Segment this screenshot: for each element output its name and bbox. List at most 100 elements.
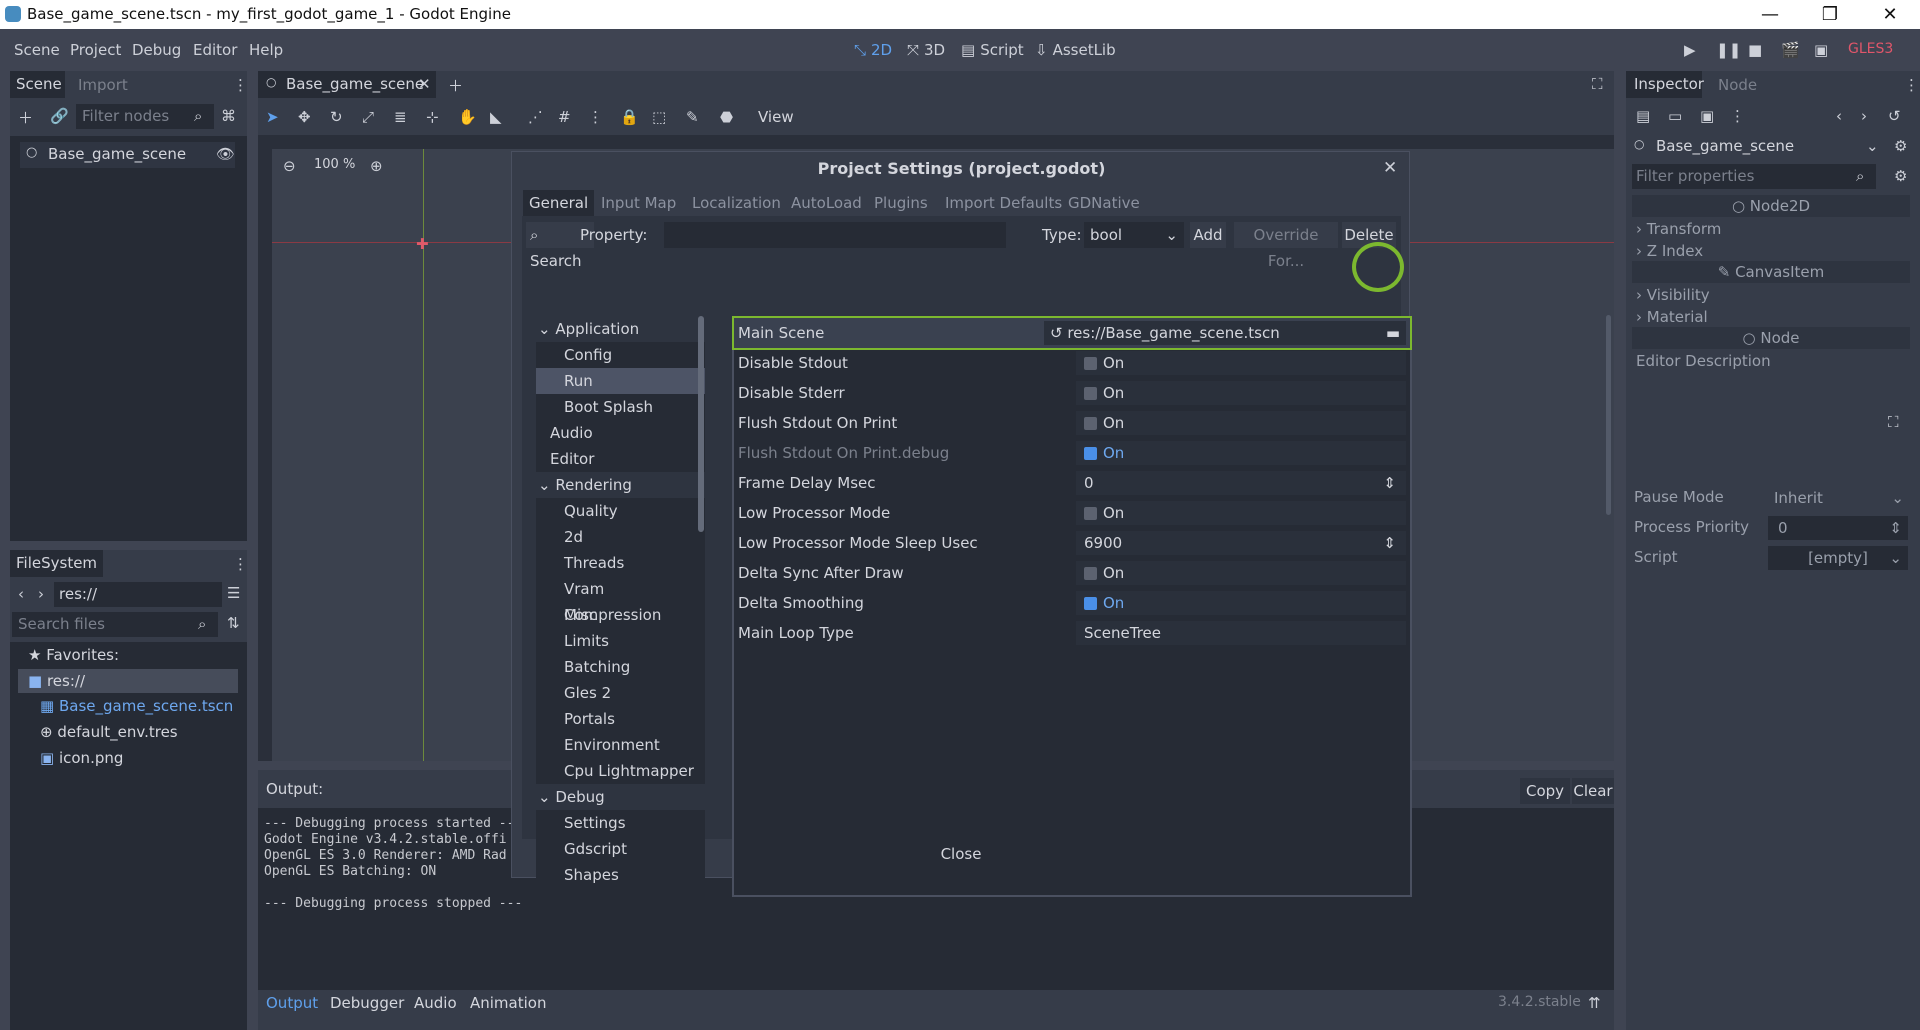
copy-button[interactable]: Copy (1520, 778, 1570, 804)
inspector-settings-icon[interactable]: ⚙ (1894, 167, 1907, 185)
history-back-icon[interactable]: ‹ (1836, 107, 1842, 125)
new-tab-icon[interactable]: ＋ (448, 75, 463, 96)
property-row[interactable]: Main Scene ↺ res://Base_game_scene.tscn ▬ (732, 316, 1412, 350)
save-resource-icon[interactable]: ▣ (1700, 107, 1714, 125)
property-value-editor[interactable]: On (1076, 561, 1406, 585)
checkbox-icon[interactable] (1084, 567, 1097, 580)
ruler-tool-icon[interactable]: ◣ (490, 108, 502, 126)
close-window-button[interactable]: ✕ (1860, 0, 1920, 29)
spin-arrows-icon[interactable]: ⇕ (1383, 531, 1396, 555)
dialog-close-icon[interactable]: ✕ (1383, 158, 1397, 178)
favorites-item[interactable]: ★ Favorites: (28, 646, 119, 664)
lock-icon[interactable]: 🔒 (620, 108, 639, 126)
play-scene-icon[interactable]: 🎬 (1781, 41, 1800, 59)
search-files-input[interactable]: Search files ⌕ (12, 612, 218, 637)
play-custom-scene-icon[interactable]: ▣ (1814, 41, 1828, 59)
more-icon[interactable]: ⋮ (588, 108, 603, 126)
workspace-2d-button[interactable]: ⤡ 2D (854, 41, 892, 59)
category-item[interactable]: Boot Splash (536, 394, 705, 420)
history-icon[interactable]: ↺ (1888, 107, 1901, 125)
scale-tool-icon[interactable]: ⤢ (362, 108, 374, 126)
menu-help[interactable]: Help (249, 41, 283, 59)
override-for-button[interactable]: Override For... (1234, 222, 1338, 270)
res-root-item[interactable]: ■ res:// (18, 669, 238, 693)
category-item[interactable]: 2d (536, 524, 705, 550)
more-icon[interactable]: ⋮ (1904, 76, 1919, 94)
folder-browse-icon[interactable]: ▬ (1386, 321, 1400, 345)
filter-nodes-input[interactable]: Filter nodes ⌕ (76, 104, 214, 129)
close-button[interactable]: Close (918, 840, 1004, 868)
property-input[interactable] (664, 222, 1006, 248)
property-row[interactable]: Low Processor Mode On (734, 498, 1410, 528)
play-icon[interactable]: ▶ (1684, 41, 1696, 59)
category-item[interactable]: Vram Compression (536, 576, 705, 624)
move-tool-icon[interactable]: ✥ (298, 108, 311, 126)
renderer-selector[interactable]: GLES3 (1848, 41, 1893, 57)
category-item[interactable]: Settings (536, 810, 705, 836)
tab-general[interactable]: General (523, 190, 595, 216)
category-item[interactable]: Shapes (536, 862, 705, 888)
group-icon[interactable]: ⬚ (652, 108, 666, 126)
workspace-script-button[interactable]: ▤ Script (961, 41, 1024, 59)
category-item[interactable]: Environment (536, 732, 705, 758)
property-value-editor[interactable]: 0 ⇕ (1076, 471, 1406, 495)
revert-icon[interactable]: ↺ (1050, 324, 1067, 342)
view-menu[interactable]: View (758, 108, 794, 126)
tab-gdnative[interactable]: GDNative (1062, 190, 1146, 216)
tab-import-defaults[interactable]: Import Defaults (939, 190, 1068, 216)
property-row[interactable]: Delta Sync After Draw On (734, 558, 1410, 588)
tab-localization[interactable]: Localization (686, 190, 787, 216)
editor-description-field[interactable]: ⛶ (1632, 373, 1910, 473)
property-row[interactable]: Main Loop Type SceneTree (734, 618, 1410, 648)
history-forward-icon[interactable]: › (1861, 107, 1867, 125)
property-value-editor[interactable]: On (1076, 411, 1406, 435)
more-icon[interactable]: ⋮ (1730, 107, 1745, 125)
workspace-3d-button[interactable]: ⤧ 3D (907, 41, 945, 59)
tab-output[interactable]: Output (266, 994, 318, 1012)
tab-import[interactable]: Import (78, 76, 128, 94)
property-value-editor[interactable]: ↺ res://Base_game_scene.tscn ▬ (1044, 321, 1406, 345)
select-tool-icon[interactable]: ➤ (266, 108, 279, 126)
tab-audio[interactable]: Audio (414, 994, 457, 1012)
category-item[interactable]: Limits (536, 628, 705, 654)
category-item[interactable]: Config (536, 342, 705, 368)
property-value-editor[interactable]: SceneTree (1076, 621, 1406, 645)
category-scrollbar[interactable] (698, 316, 704, 532)
pause-mode-select[interactable]: Inherit ⌄ (1768, 486, 1908, 510)
tab-scene[interactable]: Scene (10, 71, 65, 98)
checkbox-checked-icon[interactable] (1084, 597, 1097, 610)
category-item[interactable]: Cpu Lightmapper (536, 758, 705, 784)
zoom-in-icon[interactable]: ⊕ (370, 157, 383, 175)
rotate-tool-icon[interactable]: ↻ (330, 108, 343, 126)
category-item[interactable]: Threads (536, 550, 705, 576)
chevron-down-icon[interactable]: ⌄ (538, 788, 555, 806)
close-tab-icon[interactable]: ✕ (418, 75, 431, 93)
maximize-button[interactable]: ❐ (1800, 0, 1860, 29)
add-button[interactable]: Add (1190, 222, 1226, 248)
menu-editor[interactable]: Editor (193, 41, 237, 59)
sort-icon[interactable]: ⇅ (227, 614, 240, 632)
type-select[interactable]: bool ⌄ (1084, 222, 1184, 248)
property-row[interactable]: Disable Stderr On (734, 378, 1410, 408)
tab-autoload[interactable]: AutoLoad (785, 190, 868, 216)
menu-scene[interactable]: Scene (14, 41, 60, 59)
checkbox-icon[interactable] (1084, 417, 1097, 430)
property-value-editor[interactable]: 6900 ⇕ (1076, 531, 1406, 555)
menu-debug[interactable]: Debug (132, 41, 181, 59)
distraction-free-icon[interactable]: ⛶ (1592, 75, 1603, 93)
process-priority-spinbox[interactable]: 0 ⇕ (1768, 516, 1908, 540)
property-row[interactable]: Flush Stdout On Print.debug On (734, 438, 1410, 468)
filter-properties-input[interactable]: Filter properties ⌕ (1632, 164, 1876, 189)
category-item[interactable]: Quality (536, 498, 705, 524)
path-field[interactable]: res:// (54, 582, 222, 607)
pivot-icon[interactable]: ⊹ (426, 108, 439, 126)
property-value-editor[interactable]: On (1076, 441, 1406, 465)
forward-icon[interactable]: › (38, 585, 44, 603)
checkbox-icon[interactable] (1084, 357, 1097, 370)
load-resource-icon[interactable]: ▭ (1668, 107, 1682, 125)
property-value-editor[interactable]: On (1076, 351, 1406, 375)
property-row[interactable]: Flush Stdout On Print On (734, 408, 1410, 438)
clear-button[interactable]: Clear (1572, 778, 1614, 804)
checkbox-icon[interactable] (1084, 507, 1097, 520)
file-item[interactable]: ▦ Base_game_scene.tscn (40, 697, 233, 715)
